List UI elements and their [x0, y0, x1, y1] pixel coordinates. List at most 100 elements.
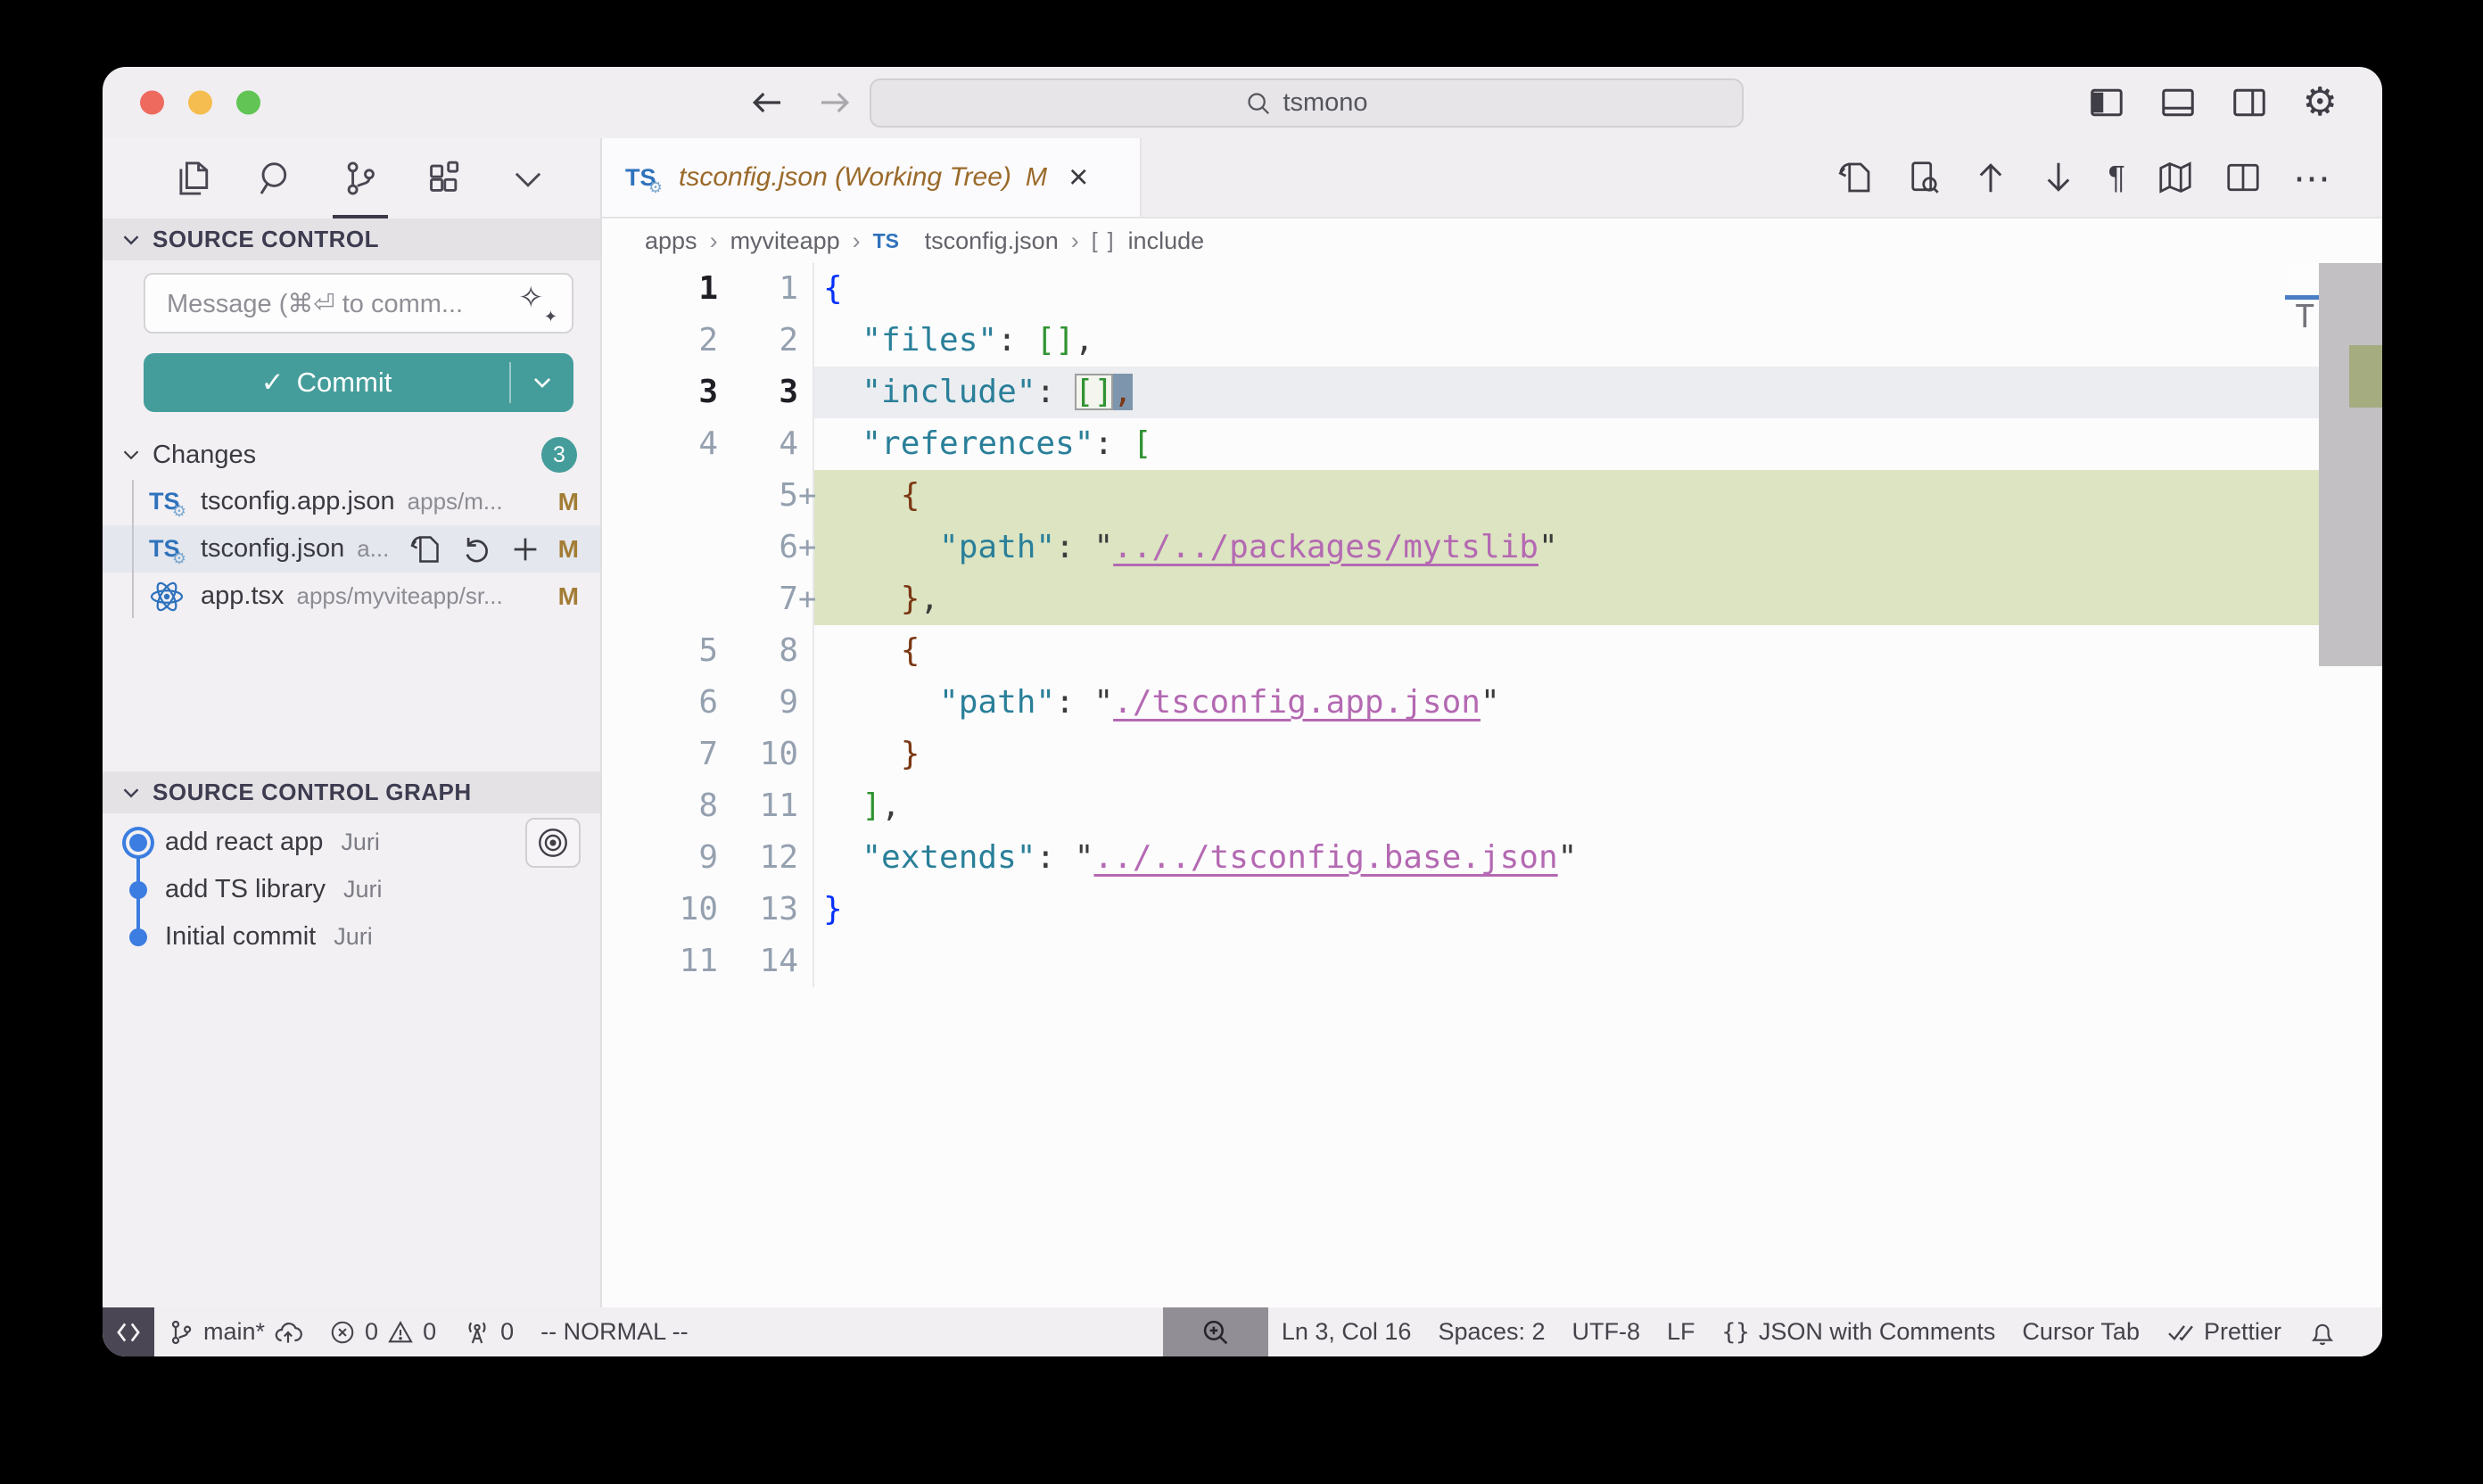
file-row[interactable]: TS⚙tsconfig.app.jsonapps/m...M [103, 478, 600, 525]
inline-view-icon[interactable] [1905, 160, 1941, 195]
previous-change-arrow-up-icon[interactable] [1973, 160, 2009, 195]
commit-row[interactable]: add react appJuri [103, 819, 600, 866]
notifications-item[interactable] [2295, 1307, 2350, 1356]
commit-row[interactable]: Initial commitJuri [103, 913, 600, 960]
encoding-item[interactable]: UTF-8 [1559, 1307, 1654, 1356]
diff-editor[interactable]: 11{22 "files": [],33 "include": [],44 "r… [602, 263, 2382, 1307]
breadcrumb-item-include[interactable]: include [1128, 227, 1205, 255]
code-line-content: "include": [], [813, 367, 2382, 418]
old-line-number: 1 [602, 263, 718, 315]
open-file-icon[interactable] [409, 533, 441, 565]
cursor-tab-item[interactable]: Cursor Tab [2009, 1307, 2153, 1356]
search-sidebar-icon[interactable] [258, 138, 295, 218]
changes-section-header[interactable]: Changes 3 [103, 432, 600, 478]
next-change-arrow-down-icon[interactable] [2041, 160, 2076, 195]
zoom-in-magnifier-icon [1200, 1317, 1231, 1348]
toggle-panel-icon[interactable] [2160, 85, 2196, 120]
render-whitespace-pilcrow-icon[interactable]: ¶ [2108, 159, 2125, 196]
forward-arrow-icon[interactable] [817, 85, 853, 120]
commit-button[interactable]: ✓ Commit [144, 353, 509, 412]
zoom-indicator[interactable] [1163, 1307, 1268, 1356]
split-editor-icon[interactable] [2225, 160, 2261, 195]
tab-close-icon[interactable]: × [1068, 161, 1088, 194]
code-line[interactable]: 33 "include": [], [602, 367, 2382, 418]
checkout-target-button[interactable] [525, 818, 581, 868]
command-center-search[interactable]: tsmono [870, 78, 1744, 128]
toggle-primary-sidebar-icon[interactable] [2089, 85, 2124, 120]
remote-indicator[interactable] [103, 1307, 154, 1356]
commit-row[interactable]: add TS libraryJuri [103, 866, 600, 913]
extensions-icon[interactable] [425, 138, 463, 218]
formatter-item[interactable]: Prettier [2153, 1307, 2295, 1356]
problems-status-item[interactable]: 0 0 [316, 1307, 450, 1356]
source-control-icon[interactable] [342, 138, 379, 218]
old-line-number: 10 [602, 884, 718, 936]
toggle-secondary-sidebar-icon[interactable] [2231, 85, 2267, 120]
discard-changes-icon[interactable] [459, 533, 491, 565]
breadcrumb-item-tsconfig[interactable]: tsconfig.json [925, 227, 1059, 255]
code-line[interactable]: 1013} [602, 884, 2382, 936]
new-line-number: 12 [718, 832, 798, 884]
branch-status-item[interactable]: main* [154, 1307, 316, 1356]
file-row[interactable]: app.tsxapps/myviteapp/sr...M [103, 573, 600, 620]
ports-status-item[interactable]: 0 [450, 1307, 527, 1356]
breadcrumb-item-apps[interactable]: apps [645, 227, 697, 255]
code-line[interactable]: 58 { [602, 625, 2382, 677]
file-name: tsconfig.app.json [201, 487, 395, 516]
code-lines: 11{22 "files": [],33 "include": [],44 "r… [602, 263, 2382, 987]
code-line[interactable]: 69 "path": "./tsconfig.app.json" [602, 677, 2382, 729]
commit-button-label: Commit [297, 367, 392, 399]
language-mode-item[interactable]: {} JSON with Comments [1709, 1307, 2009, 1356]
code-line[interactable]: 7+ }, [602, 573, 2382, 625]
minimize-window-button[interactable] [188, 91, 212, 115]
stage-changes-plus-icon[interactable] [509, 533, 541, 565]
code-line[interactable]: 5+ { [602, 470, 2382, 522]
code-line[interactable]: 1114 [602, 936, 2382, 987]
code-line-content: { [813, 470, 2382, 522]
vim-mode-indicator[interactable]: -- NORMAL -- [527, 1307, 701, 1356]
open-file-icon[interactable] [1837, 160, 1873, 195]
error-circle-icon [329, 1319, 356, 1346]
commit-dropdown-button[interactable] [511, 353, 573, 412]
code-line[interactable]: 811 ], [602, 780, 2382, 832]
file-row[interactable]: TS⚙tsconfig.jsona...M [103, 525, 600, 573]
commit-dot [129, 834, 147, 852]
back-arrow-icon[interactable] [749, 85, 785, 120]
code-line-content: "extends": "../../tsconfig.base.json" [813, 832, 2382, 884]
file-actions [409, 533, 541, 565]
copilot-sparkle-icon[interactable]: ✧ ✦ [518, 282, 557, 325]
commit-message-input[interactable]: Message (⌘⏎ to comm... ✧ ✦ [144, 273, 573, 334]
maximize-window-button[interactable] [236, 91, 260, 115]
code-line[interactable]: 22 "files": [], [602, 315, 2382, 367]
file-path: a... [357, 535, 397, 563]
more-actions-icon[interactable]: ⋯ [2293, 156, 2332, 200]
explorer-icon[interactable] [174, 138, 211, 218]
code-line[interactable]: 912 "extends": "../../tsconfig.base.json… [602, 832, 2382, 884]
editor-toolbar: ¶ ⋯ [1837, 138, 2382, 217]
sidebar: SOURCE CONTROL Message (⌘⏎ to comm... ✧ … [103, 138, 602, 1307]
cursor-position-item[interactable]: Ln 3, Col 16 [1268, 1307, 1425, 1356]
code-line-content: "references": [ [813, 418, 2382, 470]
code-line[interactable]: 710 } [602, 729, 2382, 780]
views-chevron-down-icon[interactable] [509, 138, 547, 218]
source-control-graph-header[interactable]: SOURCE CONTROL GRAPH [103, 771, 600, 813]
tab-bar: TS⚙ tsconfig.json (Working Tree) M × [602, 138, 2382, 218]
eol-item[interactable]: LF [1654, 1307, 1709, 1356]
breadcrumb: apps › myviteapp › TS tsconfig.json › [ … [602, 218, 2382, 263]
settings-gear-icon[interactable]: ⚙ [2303, 83, 2338, 122]
git-branch-icon [168, 1319, 194, 1346]
new-line-number: 9 [718, 677, 798, 729]
code-line[interactable]: 44 "references": [ [602, 418, 2382, 470]
code-line[interactable]: 11{ [602, 263, 2382, 315]
source-control-section-header[interactable]: SOURCE CONTROL [103, 218, 600, 260]
close-window-button[interactable] [140, 91, 164, 115]
old-line-number: 8 [602, 780, 718, 832]
indentation-item[interactable]: Spaces: 2 [1424, 1307, 1558, 1356]
breadcrumb-separator: › [853, 227, 861, 255]
tab-tsconfig-working-tree[interactable]: TS⚙ tsconfig.json (Working Tree) M × [602, 138, 1142, 217]
old-line-number: 6 [602, 677, 718, 729]
word-wrap-map-icon[interactable] [2157, 160, 2193, 195]
editor-scrollbar[interactable] [2319, 263, 2382, 666]
breadcrumb-item-myviteapp[interactable]: myviteapp [730, 227, 840, 255]
code-line[interactable]: 6+ "path": "../../packages/mytslib" [602, 522, 2382, 573]
